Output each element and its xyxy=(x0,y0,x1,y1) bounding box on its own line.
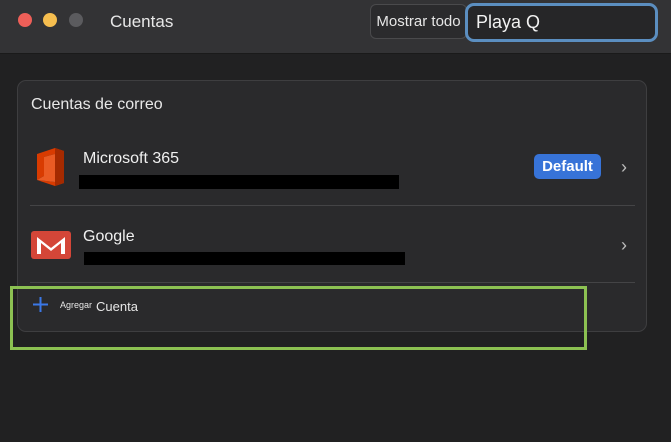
account-name: Microsoft 365 xyxy=(83,150,180,167)
section-title: Cuentas de correo xyxy=(31,96,163,113)
window-title: Cuentas xyxy=(110,12,174,31)
search-input[interactable]: Playa Q xyxy=(465,3,658,42)
show-all-button[interactable]: Mostrar todo xyxy=(370,4,467,39)
title-bar: Cuentas Mostrar todo Playa Q xyxy=(0,0,671,54)
redacted-email xyxy=(84,252,405,265)
highlight-box xyxy=(10,286,587,350)
redacted-email xyxy=(79,175,399,189)
divider xyxy=(30,282,635,283)
zoom-window-button[interactable] xyxy=(69,13,83,27)
chevron-right-icon[interactable]: › xyxy=(621,157,627,178)
gmail-icon xyxy=(31,231,71,259)
chevron-right-icon[interactable]: › xyxy=(621,235,627,256)
default-badge: Default xyxy=(534,154,601,179)
account-name: Google xyxy=(83,228,135,245)
close-window-button[interactable] xyxy=(18,13,32,27)
office-365-icon xyxy=(37,148,64,186)
minimize-window-button[interactable] xyxy=(43,13,57,27)
